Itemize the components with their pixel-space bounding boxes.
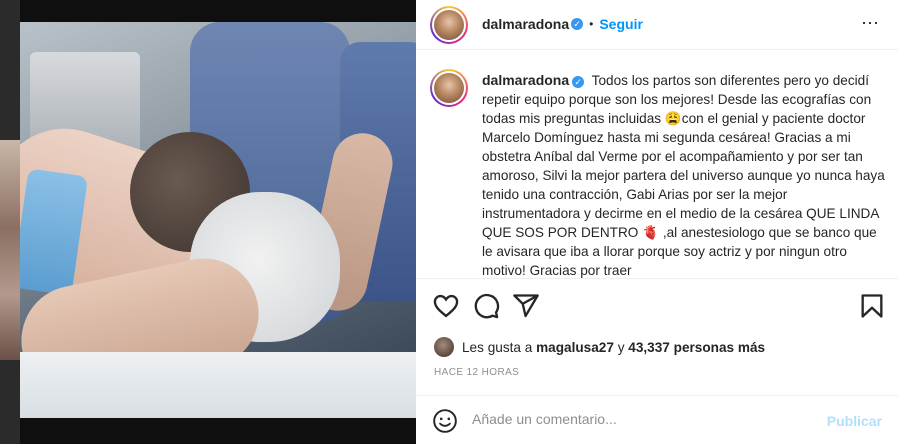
likes-prefix: Les gusta a [462, 339, 533, 355]
post-photo [20, 22, 416, 418]
liker-avatar[interactable] [434, 337, 454, 357]
background-overlay [0, 0, 20, 444]
photo-bed-sheet [20, 352, 416, 418]
comment-bar: Publicar [416, 395, 898, 444]
caption: dalmaradona ✓ Todos los partos son difere… [482, 71, 888, 278]
post-header: dalmaradona ✓ • Seguir ⋯ [416, 0, 898, 50]
caption-avatar-ring [432, 71, 466, 105]
avatar-photo [434, 10, 464, 40]
likes-summary: Les gusta a magalusa27 y 43,337 personas… [434, 337, 765, 357]
background-post-peek [0, 140, 20, 360]
heart-icon[interactable] [432, 292, 460, 320]
caption-avatar-photo [434, 73, 464, 103]
action-bar [416, 288, 898, 324]
verified-badge-icon: ✓ [571, 18, 584, 30]
follow-button[interactable]: Seguir [599, 16, 643, 32]
post-image[interactable] [20, 0, 416, 444]
more-options-icon[interactable]: ⋯ [861, 13, 880, 34]
avatar[interactable] [430, 6, 468, 44]
header-info: dalmaradona ✓ • Seguir [482, 16, 643, 32]
caption-avatar[interactable] [430, 69, 468, 107]
caption-text: Todos los partos son diferentes pero yo … [482, 73, 885, 278]
separator-dot: • [589, 17, 594, 31]
publish-button[interactable]: Publicar [827, 413, 882, 429]
caption-username-link[interactable]: dalmaradona [482, 72, 569, 88]
share-icon[interactable] [512, 292, 540, 320]
likes-connector: y [617, 339, 625, 355]
likes-count-link[interactable]: 43,337 personas más [628, 340, 765, 355]
verified-badge-icon: ✓ [572, 76, 585, 88]
comment-input[interactable] [472, 411, 812, 427]
liker-username-link[interactable]: magalusa27 [536, 340, 614, 355]
emoji-icon[interactable] [432, 408, 458, 434]
caption-scroll-area[interactable]: dalmaradona ✓ Todos los partos son difere… [416, 51, 898, 279]
avatar-ring [432, 8, 466, 42]
comment-icon[interactable] [472, 292, 500, 320]
username-link[interactable]: dalmaradona [482, 16, 569, 32]
post-details-panel: dalmaradona ✓ • Seguir ⋯ dalmaradona ✓ To… [416, 0, 898, 444]
post-timestamp[interactable]: HACE 12 HORAS [434, 367, 519, 378]
bookmark-icon[interactable] [858, 292, 886, 320]
